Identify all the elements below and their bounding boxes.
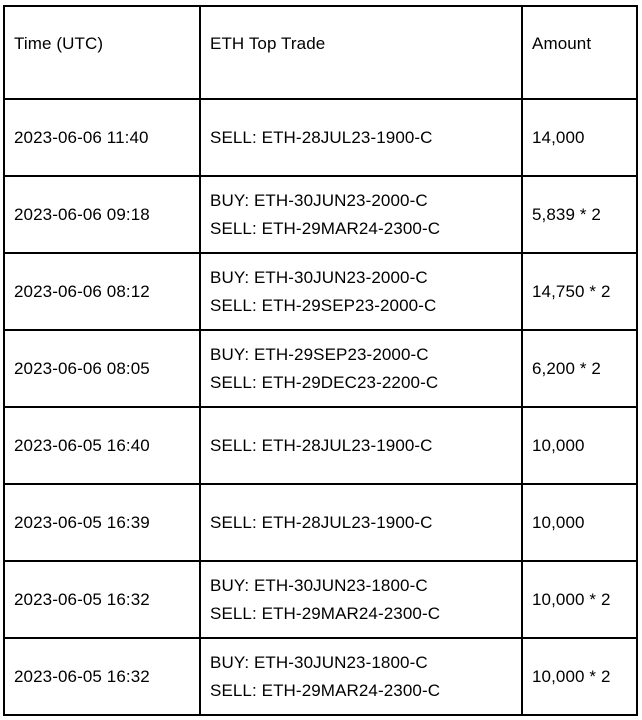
eth-top-trade-table: Time (UTC) ETH Top Trade Amount 2023-06-… (3, 5, 638, 716)
trade-lines: BUY: ETH-30JUN23-2000-C SELL: ETH-29SEP23… (210, 264, 512, 320)
table-row: 2023-06-06 11:40 SELL: ETH-28JUL23-1900-C… (3, 98, 638, 177)
cell-time: 2023-06-05 16:32 (3, 560, 201, 639)
trade-line: SELL: ETH-29DEC23-2200-C (210, 372, 439, 392)
trade-line: BUY: ETH-29SEP23-2000-C (210, 344, 429, 364)
cell-time: 2023-06-06 08:12 (3, 252, 201, 331)
table-row: 2023-06-05 16:40 SELL: ETH-28JUL23-1900-C… (3, 406, 638, 485)
trade-lines: BUY: ETH-30JUN23-1800-C SELL: ETH-29MAR24… (210, 572, 512, 628)
cell-time: 2023-06-05 16:39 (3, 483, 201, 562)
table-header: Time (UTC) ETH Top Trade Amount (3, 5, 638, 100)
trade-lines: BUY: ETH-29SEP23-2000-C SELL: ETH-29DEC23… (210, 341, 512, 397)
column-header-time: Time (UTC) (3, 5, 201, 100)
table-row: 2023-06-06 09:18 BUY: ETH-30JUN23-2000-C S… (3, 175, 638, 254)
cell-trade: BUY: ETH-30JUN23-1800-C SELL: ETH-29MAR24… (199, 637, 523, 716)
cell-trade: SELL: ETH-28JUL23-1900-C (199, 406, 523, 485)
cell-time: 2023-06-05 16:40 (3, 406, 201, 485)
table-row: 2023-06-05 16:32 BUY: ETH-30JUN23-1800-C S… (3, 560, 638, 639)
cell-amount: 10,000 (521, 483, 638, 562)
table-row: 2023-06-06 08:05 BUY: ETH-29SEP23-2000-C S… (3, 329, 638, 408)
cell-trade: BUY: ETH-30JUN23-2000-C SELL: ETH-29MAR24… (199, 175, 523, 254)
cell-amount: 10,000 (521, 406, 638, 485)
trade-line: BUY: ETH-30JUN23-2000-C (210, 267, 428, 287)
cell-amount: 10,000 * 2 (521, 560, 638, 639)
trade-table-container: Time (UTC) ETH Top Trade Amount 2023-06-… (3, 5, 638, 716)
trade-line: SELL: ETH-28JUL23-1900-C (210, 435, 433, 455)
cell-time: 2023-06-06 09:18 (3, 175, 201, 254)
cell-amount: 14,750 * 2 (521, 252, 638, 331)
trade-lines: BUY: ETH-30JUN23-1800-C SELL: ETH-29MAR24… (210, 649, 512, 705)
cell-trade: BUY: ETH-29SEP23-2000-C SELL: ETH-29DEC23… (199, 329, 523, 408)
trade-line: BUY: ETH-30JUN23-1800-C (210, 652, 428, 672)
trade-lines: SELL: ETH-28JUL23-1900-C (210, 432, 512, 460)
cell-trade: BUY: ETH-30JUN23-1800-C SELL: ETH-29MAR24… (199, 560, 523, 639)
trade-lines: SELL: ETH-28JUL23-1900-C (210, 509, 512, 537)
trade-line: SELL: ETH-29SEP23-2000-C (210, 295, 437, 315)
trade-lines: BUY: ETH-30JUN23-2000-C SELL: ETH-29MAR24… (210, 187, 512, 243)
cell-trade: SELL: ETH-28JUL23-1900-C (199, 483, 523, 562)
cell-time: 2023-06-06 08:05 (3, 329, 201, 408)
cell-amount: 5,839 * 2 (521, 175, 638, 254)
table-header-row: Time (UTC) ETH Top Trade Amount (3, 5, 638, 100)
table-row: 2023-06-05 16:39 SELL: ETH-28JUL23-1900-C… (3, 483, 638, 562)
table-row: 2023-06-05 16:32 BUY: ETH-30JUN23-1800-C S… (3, 637, 638, 716)
table-body: 2023-06-06 11:40 SELL: ETH-28JUL23-1900-C… (3, 98, 638, 716)
column-header-amount: Amount (521, 5, 638, 100)
cell-amount: 6,200 * 2 (521, 329, 638, 408)
trade-line: SELL: ETH-29MAR24-2300-C (210, 680, 441, 700)
trade-line: SELL: ETH-28JUL23-1900-C (210, 127, 433, 147)
trade-line: BUY: ETH-30JUN23-2000-C (210, 190, 428, 210)
cell-time: 2023-06-05 16:32 (3, 637, 201, 716)
trade-line: SELL: ETH-28JUL23-1900-C (210, 512, 433, 532)
cell-amount: 14,000 (521, 98, 638, 177)
trade-lines: SELL: ETH-28JUL23-1900-C (210, 124, 512, 152)
cell-time: 2023-06-06 11:40 (3, 98, 201, 177)
cell-trade: BUY: ETH-30JUN23-2000-C SELL: ETH-29SEP23… (199, 252, 523, 331)
trade-line: BUY: ETH-30JUN23-1800-C (210, 575, 428, 595)
trade-line: SELL: ETH-29MAR24-2300-C (210, 218, 441, 238)
cell-amount: 10,000 * 2 (521, 637, 638, 716)
column-header-trade: ETH Top Trade (199, 5, 523, 100)
table-row: 2023-06-06 08:12 BUY: ETH-30JUN23-2000-C S… (3, 252, 638, 331)
cell-trade: SELL: ETH-28JUL23-1900-C (199, 98, 523, 177)
trade-line: SELL: ETH-29MAR24-2300-C (210, 603, 441, 623)
